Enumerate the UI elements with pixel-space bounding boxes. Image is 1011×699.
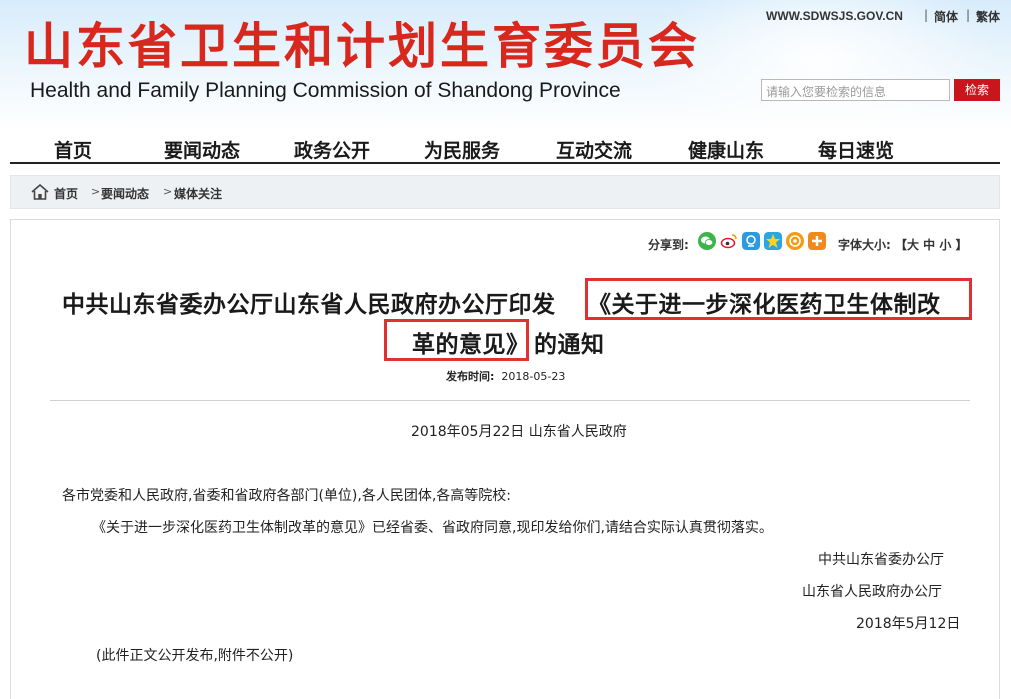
nav-item-interaction[interactable]: 互动交流 (556, 136, 632, 163)
font-size-control[interactable]: 字体大小: 【大 中 小 】 (838, 236, 968, 253)
weibo-icon[interactable] (720, 232, 738, 250)
breadcrumb: 首页 > 要闻动态 > 媒体关注 (10, 175, 1000, 209)
home-icon[interactable] (31, 184, 49, 200)
highlight-box-line1 (585, 278, 972, 320)
sign-date: 2018年5月12日 (856, 616, 961, 632)
search-input[interactable]: 请输入您要检索的信息 (761, 79, 950, 101)
publish-info: 发布时间: 2018-05-23 (446, 368, 565, 384)
site-title-cn: 山东省卫生和计划生育委员会 (24, 17, 701, 75)
share-label: 分享到: (648, 238, 689, 252)
site-title-en: Health and Family Planning Commission of… (30, 79, 621, 102)
lang-traditional-link[interactable]: 繁体 (976, 8, 1000, 25)
source-line: 2018年05月22日 山东省人民政府 (411, 424, 627, 440)
nav-item-daily-brief[interactable]: 每日速览 (818, 136, 894, 163)
renren-icon[interactable] (786, 232, 804, 250)
signature-party-office: 中共山东省委办公厅 (818, 552, 944, 568)
site-url[interactable]: WWW.SDWSJS.GOV.CN (766, 9, 903, 23)
breadcrumb-news[interactable]: 要闻动态 (101, 185, 149, 202)
breadcrumb-separator: > (163, 185, 173, 198)
signature-gov-office: 山东省人民政府办公厅 (802, 584, 942, 600)
lang-simplified-link[interactable]: 简体 (934, 8, 958, 25)
qq-star-icon[interactable] (764, 232, 782, 250)
article-title-line2-suffix: 的通知 (534, 332, 605, 358)
body-paragraph: 《关于进一步深化医药卫生体制改革的意见》已经省委、省政府同意,现印发给你们,请结… (92, 520, 773, 536)
wechat-icon[interactable] (698, 232, 716, 250)
nav-underline (10, 162, 1000, 164)
nav-item-news[interactable]: 要闻动态 (164, 136, 240, 163)
salutation: 各市党委和人民政府,省委和省政府各部门(单位),各人民团体,各高等院校: (62, 488, 511, 504)
search-button[interactable]: 检索 (954, 79, 1000, 101)
lang-divider: | (966, 8, 971, 22)
nav-item-healthy-shandong[interactable]: 健康山东 (688, 136, 764, 163)
nav-item-gov-affairs[interactable]: 政务公开 (294, 136, 370, 163)
highlight-box-line2 (384, 319, 529, 361)
publication-note: (此件正文公开发布,附件不公开) (96, 648, 294, 664)
breadcrumb-home[interactable]: 首页 (54, 185, 78, 202)
lang-divider: | (924, 8, 929, 22)
publish-label: 发布时间: (446, 370, 495, 383)
nav-item-public-service[interactable]: 为民服务 (424, 136, 500, 163)
nav-item-home[interactable]: 首页 (54, 136, 92, 163)
publish-date: 2018-05-23 (501, 370, 566, 383)
article-title-line1-prefix: 中共山东省委办公厅山东省人民政府办公厅印发 (62, 292, 556, 318)
more-share-icon[interactable] (808, 232, 826, 250)
breadcrumb-separator: > (91, 185, 101, 198)
title-divider (50, 400, 970, 401)
qzone-icon[interactable] (742, 232, 760, 250)
breadcrumb-media[interactable]: 媒体关注 (174, 185, 222, 202)
